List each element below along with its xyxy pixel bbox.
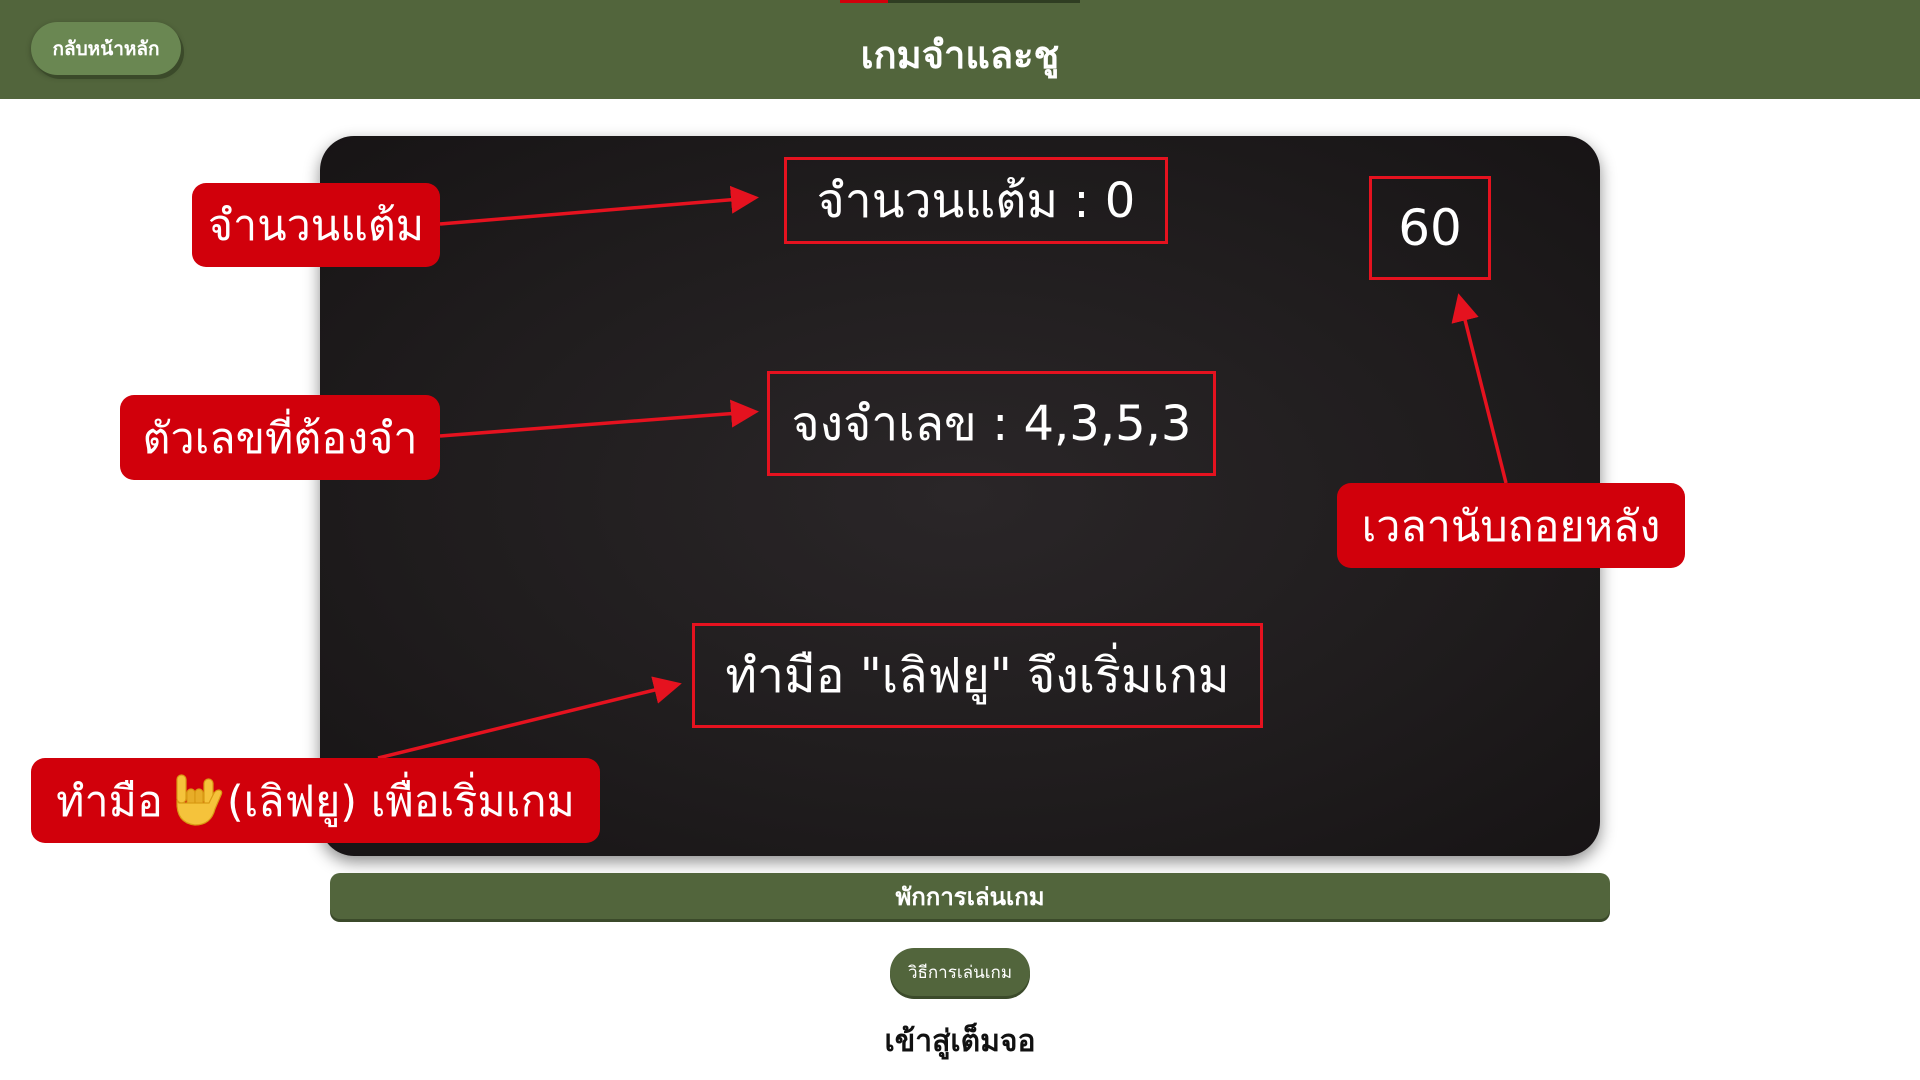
callout-timer: เวลานับถอยหลัง [1337, 483, 1685, 568]
tab-indicator-active [840, 0, 888, 3]
page-title: เกมจำและชู [860, 33, 1060, 77]
love-you-hand-icon [165, 771, 225, 831]
memorize-numbers-display: จงจำเลข : 4,3,5,3 [767, 371, 1216, 476]
callout-start-prefix: ทำมือ [56, 776, 163, 827]
pause-game-button[interactable]: พักการเล่นเกม [330, 873, 1610, 919]
callout-numbers: ตัวเลขที่ต้องจำ [120, 395, 440, 480]
score-display: จำนวนแต้ม : 0 [784, 157, 1168, 244]
callout-start: ทำมือ (เลิฟยู) เพื่อเริ่มเกม [31, 758, 600, 843]
how-to-play-button[interactable]: วิธีการเล่นเกม [890, 948, 1030, 996]
tab-indicator [888, 0, 1080, 3]
callout-start-suffix: (เลิฟยู) เพื่อเริ่มเกม [226, 776, 575, 827]
header-bar: กลับหน้าหลัก เกมจำและชู [0, 0, 1920, 99]
countdown-timer: 60 [1369, 176, 1491, 280]
callout-score: จำนวนแต้ม [192, 183, 440, 267]
start-instruction: ทำมือ "เลิฟยู" จึงเริ่มเกม [692, 623, 1263, 728]
fullscreen-button[interactable]: เข้าสู่เต็มจอ [0, 1018, 1920, 1065]
